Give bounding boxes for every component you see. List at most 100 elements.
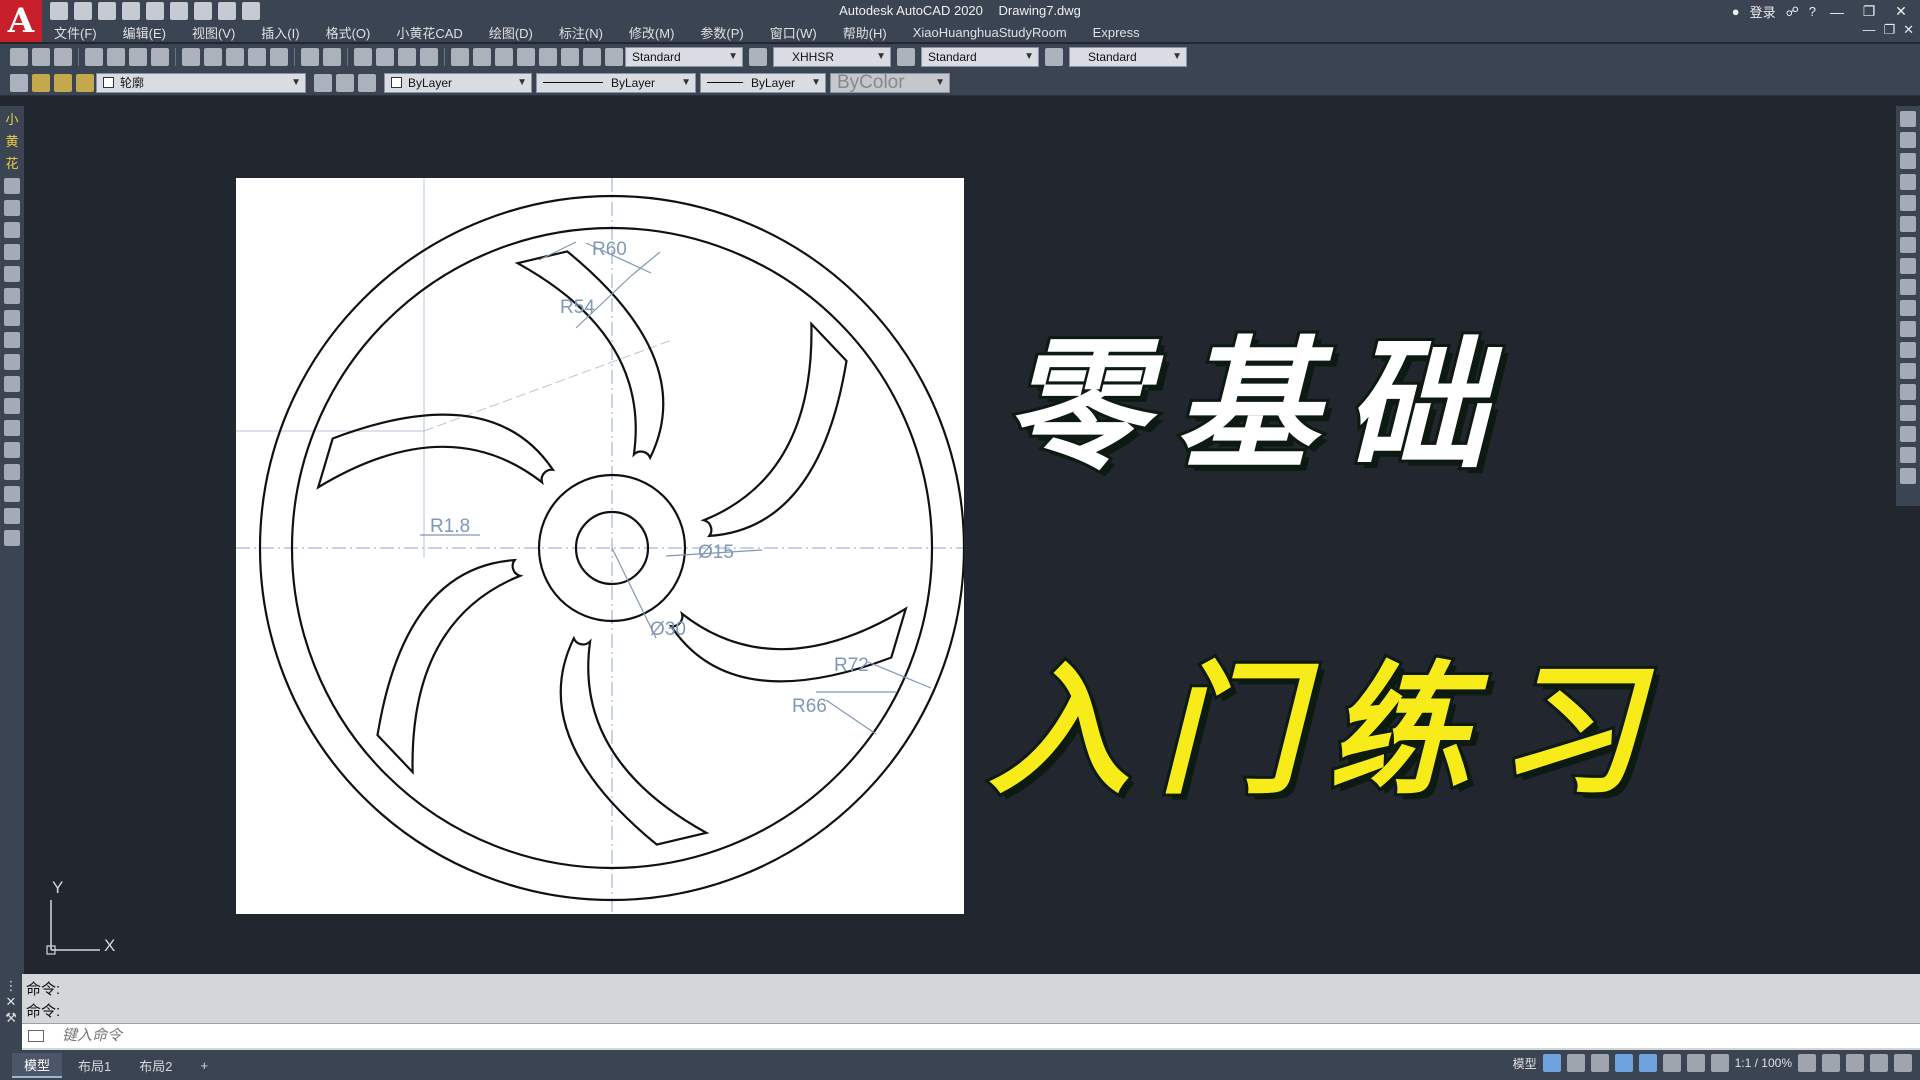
annotation-visibility-icon[interactable] [1686, 1054, 1705, 1072]
app-menu-button[interactable]: A [0, 0, 42, 42]
drawing-sheet[interactable]: R60 R54 R1.8 Ø15 Ø30 R72 R66 [236, 178, 964, 914]
plot-icon[interactable] [85, 48, 103, 66]
properties-icon[interactable] [451, 48, 469, 66]
doc-restore-icon[interactable]: ❐ [1883, 22, 1895, 38]
ellipse-arc-icon[interactable] [4, 332, 20, 348]
dim-r60[interactable]: R60 [592, 239, 627, 260]
markup-icon[interactable] [539, 48, 557, 66]
mleader-style-icon[interactable] [1045, 48, 1063, 66]
grip-icon[interactable]: ⋮ [0, 978, 22, 994]
block-editor-icon[interactable] [270, 48, 288, 66]
dim-d15[interactable]: Ø15 [698, 542, 734, 563]
menu-window[interactable]: 窗口(W) [758, 23, 831, 42]
xhh-char-2[interactable]: 黄 [0, 131, 24, 150]
layer-freeze-icon[interactable] [54, 73, 72, 92]
polar-icon[interactable] [1614, 1054, 1633, 1072]
help-icon[interactable] [583, 48, 601, 66]
publish-icon[interactable] [129, 48, 147, 66]
command-input[interactable]: 键入命令 [22, 1023, 1920, 1048]
doc-close-icon[interactable]: ✕ [1903, 22, 1914, 38]
doc-minimize-icon[interactable]: — [1862, 22, 1875, 38]
menu-file[interactable]: 文件(F) [42, 23, 111, 42]
menu-edit[interactable]: 编辑(E) [111, 23, 180, 42]
save-icon[interactable] [54, 48, 72, 66]
close-icon[interactable]: ✕ [1890, 3, 1912, 20]
menu-modify[interactable]: 修改(M) [617, 23, 689, 42]
array-icon[interactable] [1900, 195, 1916, 211]
fullscreen-icon[interactable] [1870, 1054, 1888, 1072]
linetype-select[interactable]: ByLayer ▼ [536, 72, 696, 93]
gear-icon[interactable] [1798, 1054, 1816, 1072]
osnap-icon[interactable] [1638, 1054, 1657, 1072]
ellipse-icon[interactable] [4, 310, 20, 326]
lineweight-select[interactable]: ByLayer ▼ [700, 72, 826, 93]
explode-icon[interactable] [1900, 468, 1916, 484]
close-icon[interactable]: ✕ [0, 994, 22, 1010]
tab-layout2[interactable]: 布局2 [127, 1054, 184, 1077]
preview-icon[interactable] [107, 48, 125, 66]
table-style-icon[interactable] [897, 48, 915, 66]
fillet-icon[interactable] [1900, 426, 1916, 442]
text-style-icon[interactable] [605, 48, 623, 66]
mirror-icon[interactable] [1900, 153, 1916, 169]
minimize-icon[interactable]: — [1826, 4, 1848, 20]
layer-lock-icon[interactable] [76, 73, 94, 92]
join-icon[interactable] [1900, 384, 1916, 400]
zoom-previous-icon[interactable] [420, 48, 438, 66]
layer-properties-icon[interactable] [10, 73, 28, 92]
restore-icon[interactable]: ❐ [1858, 3, 1880, 20]
tab-add-layout[interactable]: + [188, 1056, 220, 1075]
sign-in-label[interactable]: 登录 [1750, 2, 1776, 21]
hamburger-menu-icon[interactable] [1894, 1054, 1912, 1072]
insert-block-icon[interactable] [4, 354, 20, 370]
isolate-icon[interactable] [1846, 1054, 1864, 1072]
menu-insert[interactable]: 插入(I) [249, 23, 313, 42]
layer-states-icon[interactable] [358, 73, 376, 92]
dim-r72[interactable]: R72 [834, 655, 869, 676]
gradient-icon[interactable] [4, 442, 20, 458]
annotation-scale-icon[interactable] [1710, 1054, 1729, 1072]
spline-icon[interactable] [4, 288, 20, 304]
dim-style-icon[interactable] [749, 48, 767, 66]
dim-r1-8[interactable]: R1.8 [430, 516, 470, 537]
tab-model[interactable]: 模型 [12, 1052, 63, 1078]
menu-express[interactable]: Express [1081, 25, 1154, 40]
snap-icon[interactable] [1566, 1054, 1585, 1072]
annotation-scale-value[interactable]: 1:1 / 100% [1735, 1056, 1792, 1070]
mtext-icon[interactable] [4, 508, 20, 524]
blade-slot[interactable] [668, 606, 908, 683]
layer-on-icon[interactable] [32, 73, 50, 92]
help-icon[interactable]: ? [1809, 4, 1816, 19]
qnew-icon[interactable] [10, 48, 28, 66]
lineweight-icon[interactable] [1662, 1054, 1681, 1072]
trim-icon[interactable] [1900, 300, 1916, 316]
menu-dimension[interactable]: 标注(N) [547, 23, 617, 42]
menu-help[interactable]: 帮助(H) [831, 23, 901, 42]
blade-slot[interactable] [559, 635, 710, 846]
plus-icon[interactable] [1822, 1054, 1840, 1072]
model-space-button[interactable]: 模型 [1513, 1055, 1537, 1072]
offset-icon[interactable] [1900, 174, 1916, 190]
blend-curves-icon[interactable] [1900, 447, 1916, 463]
dim-r66[interactable]: R66 [792, 696, 827, 717]
menu-xhhcad[interactable]: 小黄花CAD [384, 23, 476, 42]
move-icon[interactable] [1900, 216, 1916, 232]
undo-icon[interactable] [301, 48, 319, 66]
xhh-char-1[interactable]: 小 [0, 109, 24, 128]
command-window-handle[interactable]: ⋮ ✕ ⚒ [0, 974, 22, 1050]
blade-slot[interactable] [376, 558, 524, 775]
command-prompt-icon[interactable] [28, 1030, 44, 1042]
scale-icon[interactable] [1900, 258, 1916, 274]
paste-icon[interactable] [226, 48, 244, 66]
table-icon[interactable] [4, 486, 20, 502]
add-selected-icon[interactable] [4, 530, 20, 546]
sheet-set-icon[interactable] [517, 48, 535, 66]
region-icon[interactable] [4, 464, 20, 480]
break-icon[interactable] [1900, 363, 1916, 379]
chamfer-icon[interactable] [1900, 405, 1916, 421]
mleader-style-select[interactable]: Standard ▼ [1069, 47, 1187, 67]
wrench-icon[interactable]: ⚒ [0, 1010, 22, 1026]
rotate-icon[interactable] [1900, 237, 1916, 253]
break-at-point-icon[interactable] [1900, 342, 1916, 358]
impeller-drawing[interactable]: R60 R54 R1.8 Ø15 Ø30 R72 R66 [236, 178, 964, 914]
